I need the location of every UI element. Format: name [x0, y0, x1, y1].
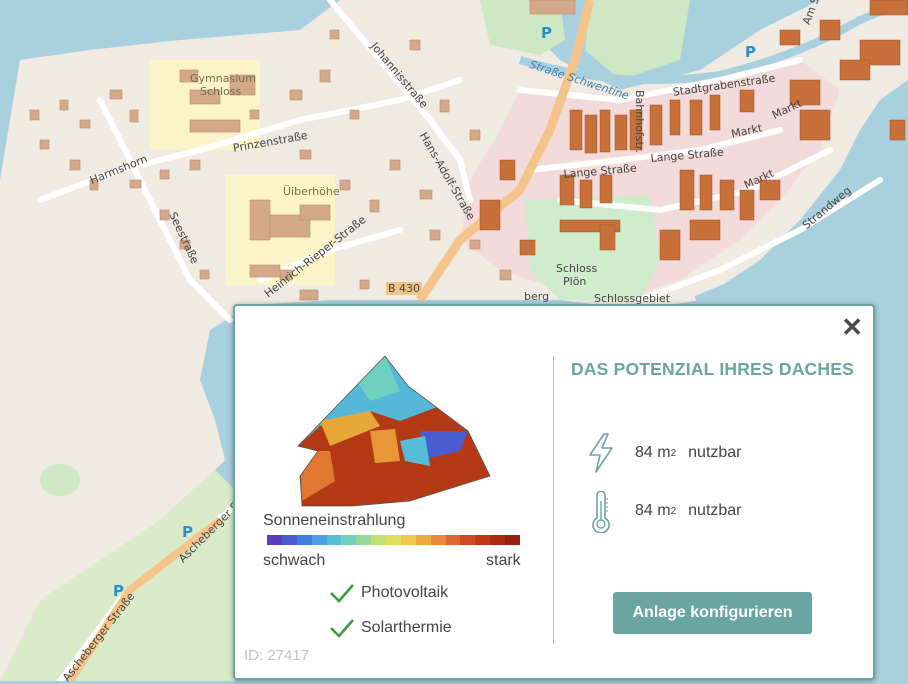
- scale-step-15: [490, 535, 505, 545]
- legend-high-label: stark: [486, 552, 521, 569]
- scale-step-12: [445, 535, 461, 545]
- pv-area-exponent: 2: [670, 447, 677, 459]
- solarthermie-label: Solarthermie: [361, 619, 452, 636]
- scale-step-7: [371, 535, 386, 545]
- thermal-area-label: nutzbar: [688, 502, 742, 519]
- irradiance-color-scale: [267, 535, 520, 545]
- svg-text:P: P: [541, 24, 552, 42]
- scale-step-8: [386, 535, 401, 545]
- scale-step-0: [267, 535, 282, 545]
- scale-step-11: [430, 535, 446, 545]
- thermometer-icon: [592, 491, 610, 533]
- pv-area-unit: m: [657, 444, 671, 461]
- checkmark-icon: [330, 584, 354, 603]
- map-label-schloss-sub: Plön: [563, 275, 587, 288]
- scale-step-14: [475, 535, 491, 545]
- roof-irradiance-image: [297, 355, 491, 507]
- thermal-area-unit: m: [657, 502, 671, 519]
- map-label-bahnhofstrasse: Bahnhofstr.: [633, 90, 646, 153]
- svg-text:P: P: [182, 523, 193, 541]
- map-label-gymnasium-sub: Schloss: [200, 85, 242, 98]
- map-label-berg: berg: [524, 290, 550, 303]
- checkmark-icon: [330, 619, 354, 638]
- lightning-icon: [589, 433, 613, 473]
- scale-step-13: [460, 535, 476, 545]
- scale-step-9: [400, 535, 416, 545]
- scale-step-10: [415, 535, 431, 545]
- photovoltaik-label: Photovoltaik: [361, 584, 449, 601]
- configure-system-button[interactable]: Anlage konfigurieren: [613, 592, 812, 634]
- roof-id: ID: 27417: [244, 647, 310, 664]
- solarthermie-check: Solarthermie: [329, 617, 452, 639]
- potential-heading: DAS POTENZIAL IHRES DACHES: [571, 359, 854, 379]
- scale-step-6: [356, 535, 372, 545]
- map-label-gymnasium: Gymnasium: [190, 72, 256, 85]
- photovoltaik-check: Photovoltaik: [329, 582, 448, 604]
- roof-potential-popup: ✕ Sonneneinstrahlung schwach stark Photo…: [233, 304, 875, 680]
- pv-area-value: 84: [635, 444, 653, 461]
- scale-step-3: [311, 535, 327, 545]
- legend-title: Sonneneinstrahlung: [263, 512, 406, 529]
- svg-text:P: P: [745, 43, 756, 61]
- map-label-schloss: Schloss: [556, 262, 598, 275]
- divider: [553, 356, 554, 644]
- thermal-area-value: 84: [635, 502, 653, 519]
- scale-step-5: [341, 535, 357, 545]
- legend-low-label: schwach: [263, 552, 326, 569]
- thermal-usable-area: 84 m2 nutzbar: [592, 491, 742, 533]
- thermal-area-exponent: 2: [670, 505, 677, 517]
- pv-area-label: nutzbar: [688, 444, 742, 461]
- scale-step-2: [296, 535, 312, 545]
- close-icon[interactable]: ✕: [841, 314, 863, 340]
- pv-usable-area: 84 m2 nutzbar: [589, 433, 742, 473]
- map-label-b430: B 430: [386, 282, 423, 295]
- scale-step-4: [326, 535, 342, 545]
- map-label-uberhohe: Üiberhöhe: [283, 185, 340, 198]
- scale-step-1: [281, 535, 297, 545]
- scale-step-16: [505, 535, 520, 545]
